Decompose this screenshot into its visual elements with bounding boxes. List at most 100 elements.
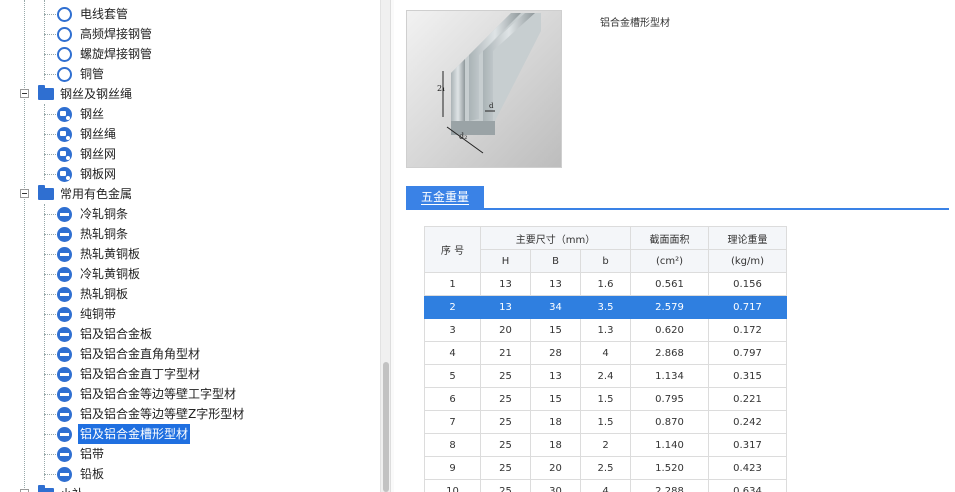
table-icon [57, 447, 72, 462]
table-icon [57, 307, 72, 322]
scrollbar-thumb[interactable] [383, 362, 389, 492]
tree-item-label: 热轧铜板 [80, 287, 129, 301]
tab-hardware-weight[interactable]: 五金重量 [406, 186, 484, 210]
table-cell: 25 [480, 410, 531, 434]
header-t: b [580, 249, 631, 273]
header-dimensions: 主要尺寸（mm） [480, 226, 631, 250]
tree-item-label: 钢板网 [80, 167, 117, 181]
table-cell: 7 [424, 410, 481, 434]
tree-item-label: 钢丝绳 [80, 127, 117, 141]
tree-item-label: 铝及铝合金板 [80, 327, 153, 341]
table-cell: 28 [530, 341, 581, 365]
tree-guide-line [24, 0, 25, 492]
tree-item-label: 钢丝 [80, 107, 105, 121]
dimension-h-label: 2₁ [437, 84, 445, 93]
document-icon [57, 107, 72, 122]
table-cell: 2 [580, 433, 631, 457]
table-cell: 0.620 [630, 318, 709, 342]
tree-item-label: 热轧黄铜板 [80, 247, 141, 261]
folder-icon [38, 485, 54, 492]
table-row[interactable]: 1 13 13 1.6 0.561 0.156 [424, 272, 787, 296]
table-cell: 0.870 [630, 410, 709, 434]
table-icon [57, 227, 72, 242]
header-index: 序 号 [424, 226, 481, 273]
tree-guide-line [44, 204, 45, 480]
table-cell: 20 [530, 456, 581, 480]
tree-guide-line [44, 0, 45, 80]
header-b: B [530, 249, 581, 273]
table-cell: 1.5 [580, 410, 631, 434]
table-cell: 5 [424, 364, 481, 388]
ring-icon [57, 67, 72, 82]
tree-item-label: 钢丝网 [80, 147, 117, 161]
table-cell: 0.242 [708, 410, 787, 434]
table-cell: 0.797 [708, 341, 787, 365]
table-row[interactable]: 5 25 13 2.4 1.134 0.315 [424, 364, 787, 388]
table-icon [57, 407, 72, 422]
category-tree[interactable]: 电线套管 高频焊接钢管 螺旋焊接钢管 铜管 钢丝及钢丝绳 钢丝 钢丝绳 钢丝网 [0, 0, 380, 492]
table-cell: 2.288 [630, 479, 709, 492]
dimension-t-label: d [489, 102, 494, 110]
collapse-toggle-icon[interactable] [20, 189, 29, 198]
table-icon [57, 367, 72, 382]
table-cell: 8 [424, 433, 481, 457]
table-cell: 1 [424, 272, 481, 296]
table-cell: 15 [530, 387, 581, 411]
table-cell: 21 [480, 341, 531, 365]
table-cell: 34 [530, 295, 581, 319]
ring-icon [57, 47, 72, 62]
header-h: H [480, 249, 531, 273]
tree-item-label: 高频焊接钢管 [80, 27, 153, 41]
table-cell: 3 [424, 318, 481, 342]
table-cell: 0.634 [708, 479, 787, 492]
table-cell: 9 [424, 456, 481, 480]
table-icon [57, 287, 72, 302]
table-row[interactable]: 3 20 15 1.3 0.620 0.172 [424, 318, 787, 342]
tree-item-label: 铝带 [80, 447, 105, 461]
table-cell: 25 [480, 387, 531, 411]
table-cell: 2 [424, 295, 481, 319]
table-cell: 25 [480, 364, 531, 388]
table-row[interactable]: 7 25 18 1.5 0.870 0.242 [424, 410, 787, 434]
header-area-unit: (cm²) [630, 249, 709, 273]
table-icon [57, 267, 72, 282]
table-cell: 4 [580, 341, 631, 365]
table-cell: 0.317 [708, 433, 787, 457]
table-cell: 18 [530, 410, 581, 434]
table-cell: 4 [580, 479, 631, 492]
table-cell: 25 [480, 456, 531, 480]
table-row[interactable]: 8 25 18 2 1.140 0.317 [424, 433, 787, 457]
collapse-toggle-icon[interactable] [20, 89, 29, 98]
table-cell: 13 [530, 364, 581, 388]
table-row[interactable]: 2 13 34 3.5 2.579 0.717 [424, 295, 787, 319]
table-row[interactable]: 6 25 15 1.5 0.795 0.221 [424, 387, 787, 411]
table-cell: 3.5 [580, 295, 631, 319]
table-cell: 2.868 [630, 341, 709, 365]
table-row[interactable]: 4 21 28 4 2.868 0.797 [424, 341, 787, 365]
profile-caption: 铝合金槽形型材 [600, 18, 670, 29]
table-cell: 1.5 [580, 387, 631, 411]
table-cell: 0.221 [708, 387, 787, 411]
weight-table: 序 号 主要尺寸（mm） 截面面积 理论重量 H B b (cm²) (kg/m… [424, 226, 787, 492]
detail-panel: 2₁ d d₂ 铝合金槽形型材 五金重量 序 号 主要尺寸（mm） 截面面积 理… [394, 0, 955, 492]
table-row[interactable]: 9 25 20 2.5 1.520 0.423 [424, 456, 787, 480]
channel-profile-image: 2₁ d d₂ [407, 11, 561, 167]
table-cell: 2.5 [580, 456, 631, 480]
table-row[interactable]: 10 25 30 4 2.288 0.634 [424, 479, 787, 492]
header-weight-unit: (kg/m) [708, 249, 787, 273]
tree-scrollbar[interactable] [380, 0, 390, 492]
table-cell: 2.4 [580, 364, 631, 388]
table-cell: 15 [530, 318, 581, 342]
table-cell: 1.140 [630, 433, 709, 457]
header-area: 截面面积 [630, 226, 709, 250]
document-icon [57, 167, 72, 182]
tree-item-label: 铝及铝合金直角角型材 [80, 347, 201, 361]
table-icon [57, 347, 72, 362]
tree-item-label: 电线套管 [80, 7, 129, 21]
tree-item-label: 冷轧黄铜板 [80, 267, 141, 281]
table-cell: 25 [480, 479, 531, 492]
table-cell: 0.423 [708, 456, 787, 480]
table-cell: 0.795 [630, 387, 709, 411]
table-cell: 0.717 [708, 295, 787, 319]
tree-item-label: 铝及铝合金等边等壁工字型材 [80, 387, 237, 401]
